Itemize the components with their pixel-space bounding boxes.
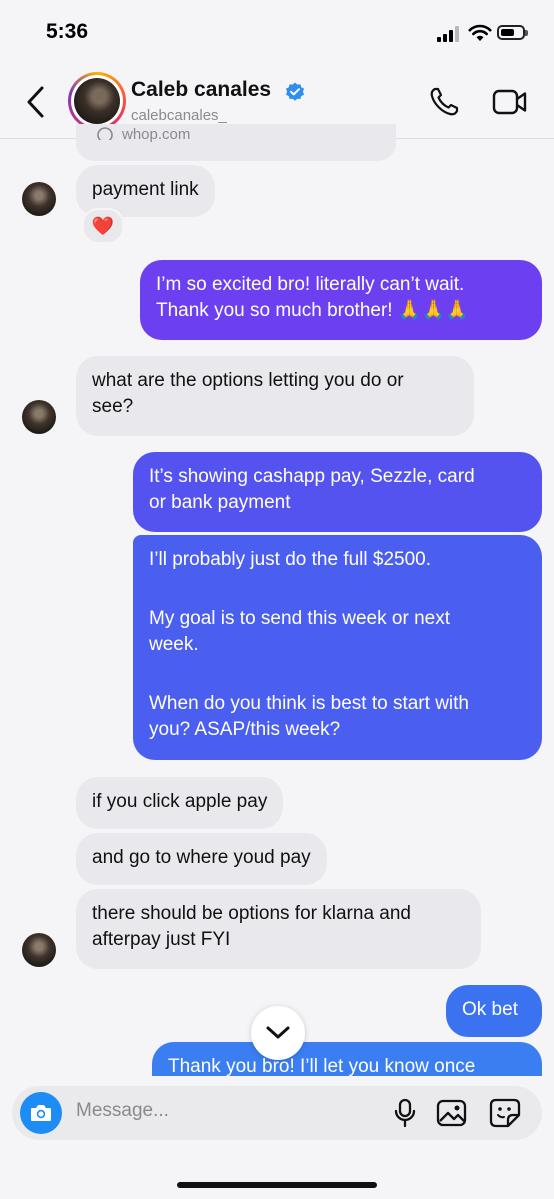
home-indicator (177, 1182, 377, 1188)
message-bubble-incoming[interactable]: and go to where youd pay (76, 833, 327, 885)
message-paragraph: I’ll probably just do the full $2500. (149, 549, 432, 570)
link-preview-card[interactable]: whop.com (76, 124, 396, 161)
sender-avatar[interactable] (22, 933, 56, 967)
message-text-line: It’s showing cashapp pay, Sezzle, card (149, 466, 475, 487)
message-text-line: see? (92, 396, 134, 417)
sender-avatar[interactable] (22, 400, 56, 434)
contact-handle: calebcanales_ (131, 107, 227, 124)
contact-name[interactable]: Caleb canales (131, 78, 271, 102)
verified-badge-icon (286, 82, 304, 101)
message-text: Ok bet (462, 999, 518, 1020)
wifi-icon (468, 24, 492, 41)
message-text-line: or bank payment (149, 492, 291, 513)
message-text: Thank you bro! I’ll let you know once (168, 1056, 476, 1077)
message-bubble-outgoing[interactable]: It’s showing cashapp pay, Sezzle, card o… (133, 452, 542, 532)
message-paragraph: week. (149, 634, 199, 655)
message-text: and go to where youd pay (92, 847, 311, 868)
globe-icon (97, 127, 113, 140)
chevron-down-icon (266, 1026, 290, 1039)
message-text-line: I’m so excited bro! literally can’t wait… (156, 274, 465, 295)
message-bubble-incoming[interactable]: if you click apple pay (76, 777, 284, 829)
scroll-to-bottom-button[interactable] (251, 1006, 305, 1060)
camera-button[interactable] (20, 1092, 62, 1134)
message-paragraph: When do you think is best to start with (149, 693, 469, 714)
message-bubble-incoming[interactable]: there should be options for klarna and a… (76, 889, 481, 969)
battery-icon (497, 25, 528, 40)
sticker-icon[interactable] (489, 1098, 521, 1128)
message-input[interactable]: Message... (76, 1100, 169, 1122)
message-text: payment link (92, 179, 199, 200)
back-chevron-icon[interactable] (22, 84, 52, 120)
message-text-line: Thank you so much brother! 🙏🙏🙏 (156, 300, 469, 321)
gallery-icon[interactable] (436, 1098, 468, 1128)
heart-reaction-icon[interactable]: ❤️ (82, 208, 124, 244)
sender-avatar[interactable] (22, 182, 56, 216)
contact-avatar[interactable] (68, 72, 126, 130)
message-bubble-outgoing[interactable]: I’ll probably just do the full $2500. My… (133, 535, 542, 760)
message-text-line: what are the options letting you do or (92, 370, 404, 391)
message-paragraph: you? ASAP/this week? (149, 719, 341, 740)
link-preview-domain: whop.com (122, 126, 191, 143)
message-bubble-incoming[interactable]: what are the options letting you do or s… (76, 356, 474, 436)
message-text-line: there should be options for klarna and (92, 903, 411, 924)
status-time: 5:36 (46, 20, 89, 43)
message-text: if you click apple pay (92, 791, 268, 812)
cellular-signal-icon (437, 26, 461, 42)
message-bubble-outgoing[interactable]: Ok bet (446, 985, 542, 1037)
microphone-icon[interactable] (392, 1098, 418, 1128)
message-paragraph: My goal is to send this week or next (149, 608, 450, 629)
video-call-icon[interactable] (492, 88, 528, 116)
message-text-line: afterpay just FYI (92, 929, 231, 950)
camera-icon (31, 1105, 51, 1121)
message-bubble-outgoing[interactable]: I’m so excited bro! literally can’t wait… (140, 260, 542, 340)
message-composer[interactable]: Message... (12, 1086, 542, 1140)
phone-call-icon[interactable] (428, 86, 460, 118)
